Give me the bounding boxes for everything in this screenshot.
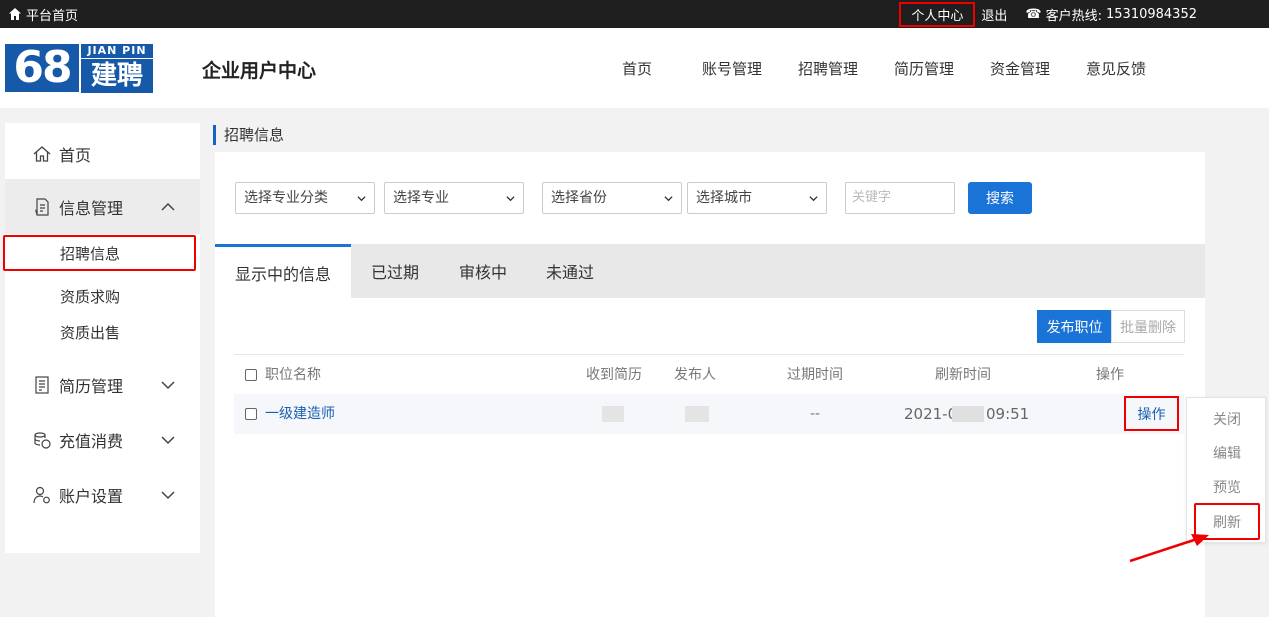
province-select[interactable]: 选择省份 — [542, 182, 682, 214]
row-checkbox[interactable] — [245, 408, 257, 420]
nav-resume[interactable]: 简历管理 — [894, 58, 954, 79]
chevron-down-icon — [161, 380, 175, 389]
nav-feedback[interactable]: 意见反馈 — [1086, 58, 1146, 79]
major-category-select[interactable]: 选择专业分类 — [235, 182, 375, 214]
col-resumes: 收到简历 — [586, 367, 642, 383]
hotline-number: 15310984352 — [1106, 6, 1197, 22]
sidebar-item-account[interactable]: 账户设置 — [5, 467, 200, 522]
major-value: 选择专业 — [393, 190, 449, 206]
personal-center-link[interactable]: 个人中心 — [899, 1, 976, 27]
col-refresh: 刷新时间 — [935, 367, 991, 383]
status-tabs: 显示中的信息 已过期 审核中 未通过 — [215, 244, 1205, 298]
city-select[interactable]: 选择城市 — [687, 182, 827, 214]
hotline: ☎ 客户热线: 15310984352 — [1025, 5, 1197, 24]
refresh-prefix: 2021-0 — [904, 405, 958, 423]
select-all-checkbox[interactable] — [245, 369, 257, 381]
menu-item-edit[interactable]: 编辑 — [1187, 436, 1267, 470]
redacted-date — [952, 406, 984, 422]
user-gear-icon — [31, 484, 53, 506]
col-publisher: 发布人 — [674, 367, 716, 383]
house-icon — [31, 143, 53, 165]
batch-delete-button[interactable]: 批量删除 — [1111, 310, 1185, 343]
table-row: 一级建造师 -- 2021-0 09:51 — [234, 394, 1184, 434]
sidebar-item-resume-mgmt[interactable]: 简历管理 — [5, 357, 200, 412]
main-content: 选择专业分类 选择专业 选择省份 选择城市 关键字 搜索 显示中的信息 已过期 … — [215, 152, 1205, 617]
sidebar: 首页 信息管理 招聘信息 资质求购 资质出售 简历管理 充值消费 账户设置 — [3, 123, 200, 553]
major-select[interactable]: 选择专业 — [384, 182, 524, 214]
major-category-value: 选择专业分类 — [244, 190, 328, 206]
nav-account[interactable]: 账号管理 — [702, 58, 762, 79]
top-bar: 平台首页 个人中心 退出 ☎ 客户热线: 15310984352 — [0, 0, 1269, 28]
document-icon — [31, 196, 53, 218]
annotation-arrow-icon — [1129, 534, 1209, 563]
logo-number: 68 — [5, 44, 79, 92]
tab-reviewing[interactable]: 审核中 — [459, 244, 507, 298]
site-title: 企业用户中心 — [202, 60, 317, 82]
chevron-down-icon — [664, 196, 673, 202]
hotline-label: 客户热线: — [1045, 8, 1103, 24]
logo-cn: 建聘 — [81, 59, 153, 93]
logo-en: JIAN PIN — [81, 44, 153, 58]
chevron-down-icon — [506, 196, 515, 202]
menu-item-close[interactable]: 关闭 — [1187, 402, 1267, 436]
sidebar-item-home[interactable]: 首页 — [5, 126, 200, 181]
sidebar-sub-recruit-info[interactable]: 招聘信息 — [3, 235, 196, 271]
expire-value: -- — [810, 406, 821, 422]
table-header: 职位名称 收到简历 发布人 过期时间 刷新时间 操作 — [234, 354, 1184, 394]
col-title: 职位名称 — [265, 367, 321, 383]
sidebar-item-recharge[interactable]: 充值消费 — [5, 412, 200, 467]
sidebar-item-label: 首页 — [59, 145, 92, 165]
chevron-down-icon — [809, 196, 818, 202]
home-icon — [9, 8, 21, 20]
platform-home-label: 平台首页 — [26, 8, 79, 24]
action-dropdown: 关闭 编辑 预览 刷新 — [1186, 397, 1266, 543]
chevron-down-icon — [161, 435, 175, 444]
tab-rejected[interactable]: 未通过 — [546, 244, 594, 298]
search-button[interactable]: 搜索 — [968, 182, 1032, 214]
redacted-publisher — [685, 406, 709, 422]
menu-item-preview[interactable]: 预览 — [1187, 470, 1267, 504]
nav-recruit[interactable]: 招聘管理 — [798, 58, 858, 79]
tab-expired[interactable]: 已过期 — [371, 244, 419, 298]
platform-home-link[interactable]: 平台首页 — [8, 0, 78, 28]
breadcrumb: 招聘信息 — [213, 125, 284, 145]
sidebar-item-label: 账户设置 — [59, 486, 124, 506]
city-value: 选择城市 — [696, 190, 752, 206]
resume-icon — [31, 374, 53, 396]
header: 68 JIAN PIN 建聘 企业用户中心 首页 账号管理 招聘管理 简历管理 … — [0, 28, 1269, 108]
sidebar-item-label: 信息管理 — [59, 198, 124, 218]
publish-job-button[interactable]: 发布职位 — [1037, 310, 1112, 343]
keyword-input[interactable]: 关键字 — [845, 182, 955, 214]
sidebar-item-label: 充值消费 — [59, 431, 124, 451]
sidebar-sub-qualification-sell[interactable]: 资质出售 — [5, 314, 200, 350]
col-action: 操作 — [1096, 367, 1124, 383]
refresh-suffix: 09:51 — [986, 405, 1030, 423]
nav-funds[interactable]: 资金管理 — [990, 58, 1050, 79]
site-logo[interactable]: 68 JIAN PIN 建聘 — [5, 44, 153, 93]
nav-home[interactable]: 首页 — [622, 58, 652, 79]
tab-showing[interactable]: 显示中的信息 — [215, 244, 352, 298]
redacted-resumes — [602, 406, 624, 422]
col-expire: 过期时间 — [787, 367, 843, 383]
sidebar-sub-qualification-buy[interactable]: 资质求购 — [5, 278, 200, 314]
chevron-down-icon — [357, 196, 366, 202]
province-value: 选择省份 — [551, 190, 607, 206]
logout-link[interactable]: 退出 — [981, 5, 1007, 24]
sidebar-item-info-mgmt[interactable]: 信息管理 — [5, 179, 200, 234]
job-title-link[interactable]: 一级建造师 — [265, 394, 335, 434]
chevron-up-icon — [161, 202, 175, 211]
phone-icon: ☎ — [1025, 6, 1042, 22]
sidebar-item-label: 简历管理 — [59, 376, 124, 396]
chevron-down-icon — [161, 490, 175, 499]
row-action-button[interactable]: 操作 — [1124, 396, 1179, 431]
coins-icon — [31, 429, 53, 451]
